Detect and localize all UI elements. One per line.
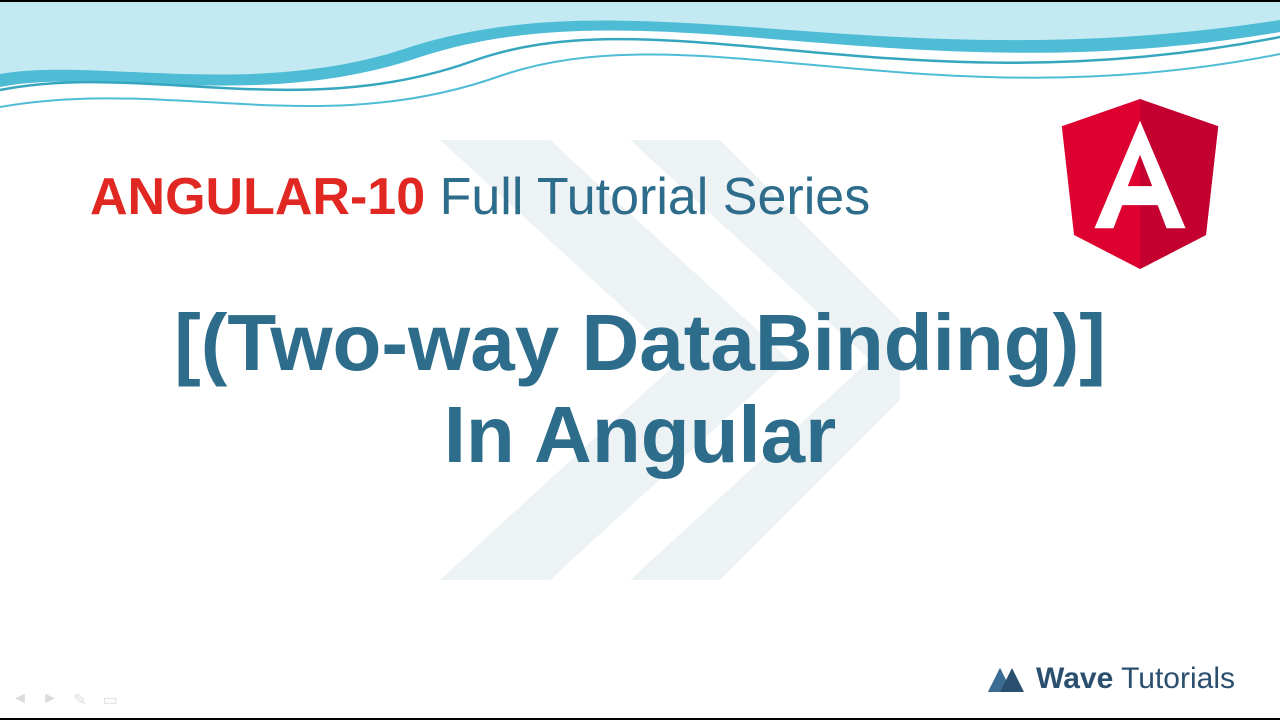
- brand-name-bold: Wave: [1036, 662, 1113, 695]
- slide-menu-icon[interactable]: ▭: [102, 690, 118, 710]
- slide-nav-controls[interactable]: ◄ ► ✎ ▭: [12, 690, 118, 710]
- prev-slide-icon[interactable]: ◄: [12, 690, 28, 710]
- brand-text: Wave Tutorials: [1036, 662, 1235, 696]
- series-tagline: Full Tutorial Series: [440, 168, 871, 226]
- slide: ANGULAR-10 Full Tutorial Series [(Two-wa…: [0, 0, 1280, 720]
- main-title: [(Two-way DataBinding)] In Angular: [0, 297, 1280, 481]
- series-brand: ANGULAR-10: [90, 168, 425, 226]
- next-slide-icon[interactable]: ►: [42, 690, 58, 710]
- angular-shield-icon: [1055, 92, 1225, 272]
- pen-tool-icon[interactable]: ✎: [72, 690, 88, 710]
- series-line: ANGULAR-10 Full Tutorial Series: [90, 167, 870, 227]
- brand-footer: Wave Tutorials: [986, 662, 1235, 696]
- brand-name-light: Tutorials: [1113, 662, 1235, 695]
- wave-tutorials-mark-icon: [986, 662, 1026, 696]
